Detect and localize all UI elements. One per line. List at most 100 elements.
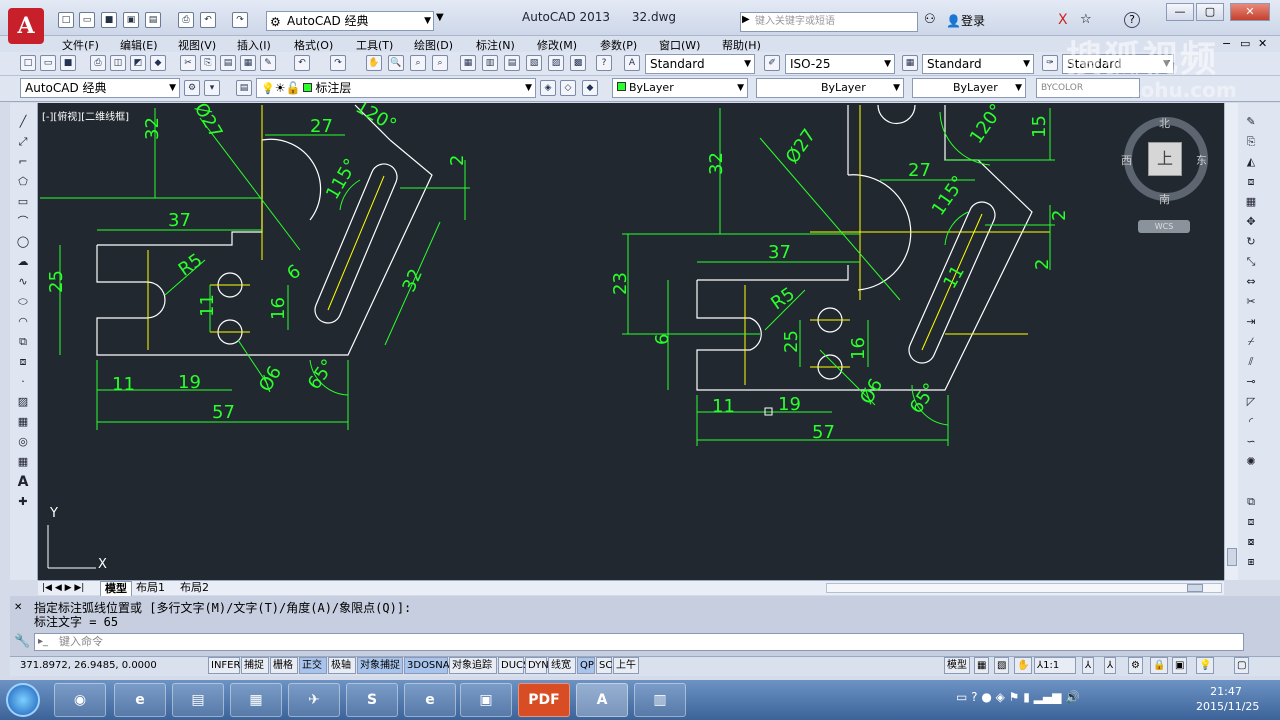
- status-toggle-2[interactable]: 栅格: [270, 657, 298, 674]
- redo-icon[interactable]: ↷: [232, 12, 248, 28]
- block-editor-icon[interactable]: ✎: [260, 55, 276, 71]
- text-style-icon[interactable]: A: [624, 55, 640, 71]
- design-center-icon[interactable]: ▥: [482, 55, 498, 71]
- viewcube-west[interactable]: 西: [1121, 152, 1132, 168]
- annotation-scale[interactable]: ⅄1:1: [1034, 657, 1076, 674]
- layer-select[interactable]: 💡☀🔓 标注层 ▼: [256, 78, 536, 98]
- quick-access-dropdown-icon[interactable]: ▼: [436, 12, 444, 23]
- break-at-point-icon[interactable]: ⌿: [1242, 333, 1260, 351]
- copy-object-icon[interactable]: ⎘: [1242, 133, 1260, 151]
- point-icon[interactable]: ·: [14, 373, 32, 391]
- ellipse-arc-icon[interactable]: ◠: [14, 313, 32, 331]
- hardware-accel-icon[interactable]: ▣: [1172, 657, 1188, 674]
- menu-window[interactable]: 窗口(W): [659, 37, 700, 53]
- paste-icon[interactable]: ▤: [220, 55, 236, 71]
- star-icon[interactable]: ☆: [1080, 12, 1092, 27]
- add-selected-icon[interactable]: ✚: [14, 493, 32, 511]
- taskbar-sogou-icon[interactable]: S: [346, 683, 398, 717]
- draworder-front-icon[interactable]: ⧈: [1242, 513, 1260, 531]
- workspace-select[interactable]: ⚙ AutoCAD 经典 ▼: [266, 11, 434, 31]
- viewcube-east[interactable]: 东: [1196, 152, 1207, 168]
- line-icon[interactable]: ╱: [14, 113, 32, 131]
- application-menu-button[interactable]: A: [8, 8, 44, 44]
- fillet-icon[interactable]: ◜: [1242, 413, 1260, 431]
- status-toggle-7[interactable]: 对象追踪: [449, 657, 497, 674]
- taskbar-plane-icon[interactable]: ✈: [288, 683, 340, 717]
- table-style-icon[interactable]: ▦: [902, 55, 918, 71]
- spline-icon[interactable]: ∿: [14, 273, 32, 291]
- save-icon[interactable]: ■: [60, 55, 76, 71]
- help-icon[interactable]: ?: [1124, 12, 1140, 28]
- layer-properties-icon[interactable]: ▤: [236, 80, 252, 96]
- quick-view-drawings-icon[interactable]: ▧: [994, 657, 1010, 674]
- inner-restore-icon[interactable]: ▭: [1240, 37, 1250, 50]
- taskbar-explorer-icon[interactable]: ▤: [172, 683, 224, 717]
- pan-icon[interactable]: ✋: [366, 55, 382, 71]
- table-style-select[interactable]: Standard ▼: [922, 54, 1034, 74]
- status-toggle-8[interactable]: DUCS: [498, 657, 529, 674]
- clean-screen-icon[interactable]: ▢: [1234, 657, 1250, 674]
- login-button[interactable]: 👤登录: [946, 12, 985, 29]
- customize-icon[interactable]: ▾: [204, 80, 220, 96]
- taskbar-browser-icon[interactable]: e: [404, 683, 456, 717]
- construction-line-icon[interactable]: ⤢: [14, 133, 32, 151]
- dim-style-select[interactable]: ISO-25 ▼: [785, 54, 895, 74]
- horizontal-scrollbar[interactable]: [826, 583, 1222, 593]
- status-toggle-5[interactable]: 对象捕捉: [357, 657, 403, 674]
- join-icon[interactable]: ⊸: [1242, 373, 1260, 391]
- draworder-icon[interactable]: ⧉: [1242, 493, 1260, 511]
- match-properties-icon[interactable]: ▦: [240, 55, 256, 71]
- help-icon[interactable]: ?: [596, 55, 612, 71]
- close-button[interactable]: ✕: [1230, 3, 1270, 21]
- status-toggle-12[interactable]: SC: [596, 657, 612, 674]
- coordinate-readout[interactable]: 371.8972, 26.9485, 0.0000: [20, 660, 157, 671]
- drawing-viewport[interactable]: 37 27 11 19 57 25 32 11 16 32 R5 6 Ø6 65…: [38, 103, 1224, 580]
- command-input[interactable]: 键入命令: [34, 633, 1244, 651]
- array-icon[interactable]: ▦: [1242, 193, 1260, 211]
- mirror-icon[interactable]: ◭: [1242, 153, 1260, 171]
- tool-palettes-icon[interactable]: ▤: [504, 55, 520, 71]
- circle-icon[interactable]: ◯: [14, 233, 32, 251]
- status-toggle-0[interactable]: INFER: [208, 657, 240, 674]
- start-button[interactable]: [6, 683, 40, 717]
- workspace-select-2[interactable]: AutoCAD 经典 ▼: [20, 78, 180, 98]
- taskbar-autocad-icon[interactable]: A: [576, 683, 628, 717]
- wcs-menu[interactable]: WCS: [1138, 220, 1190, 233]
- menu-help[interactable]: 帮助(H): [722, 37, 761, 53]
- tab-layout2[interactable]: 布局2: [180, 581, 209, 595]
- make-block-icon[interactable]: ⧈: [14, 353, 32, 371]
- wrench-icon[interactable]: 🔧: [14, 634, 30, 649]
- workspace-settings-icon[interactable]: ⚙: [184, 80, 200, 96]
- minimize-button[interactable]: —: [1166, 3, 1194, 21]
- taskbar-notes-icon[interactable]: ▥: [634, 683, 686, 717]
- toolbar-lock-icon[interactable]: 🔒: [1150, 657, 1169, 674]
- menu-edit[interactable]: 编辑(E): [120, 37, 158, 53]
- tab-layout1[interactable]: 布局1: [136, 581, 165, 595]
- region-icon[interactable]: ◎: [14, 433, 32, 451]
- undo-icon[interactable]: ↶: [294, 55, 310, 71]
- print-icon[interactable]: ⎙: [178, 12, 194, 28]
- command-close-icon[interactable]: ✕: [14, 602, 22, 613]
- text-front-icon[interactable]: ⧆: [1242, 553, 1260, 571]
- explode-icon[interactable]: ✺: [1242, 453, 1260, 471]
- tab-model[interactable]: 模型: [100, 581, 132, 597]
- taskbar-media-icon[interactable]: ▦: [230, 683, 282, 717]
- tab-nav-arrows-icon[interactable]: |◀ ◀ ▶ ▶|: [42, 581, 84, 595]
- revcloud-icon[interactable]: ☁: [14, 253, 32, 271]
- quick-view-layouts-icon[interactable]: ▦: [974, 657, 990, 674]
- calculator-icon[interactable]: ▩: [570, 55, 586, 71]
- viewcube-north[interactable]: 北: [1159, 115, 1170, 131]
- gradient-icon[interactable]: ▦: [14, 413, 32, 431]
- menu-insert[interactable]: 插入(I): [237, 37, 271, 53]
- menu-tools[interactable]: 工具(T): [356, 37, 393, 53]
- lineweight-select[interactable]: ByLayer ▼: [912, 78, 1026, 98]
- insert-block-icon[interactable]: ⧉: [14, 333, 32, 351]
- sheet-set-icon[interactable]: ▧: [526, 55, 542, 71]
- zoom-realtime-icon[interactable]: 🔍: [388, 55, 404, 71]
- 3d-print-icon[interactable]: ◆: [150, 55, 166, 71]
- scale-icon[interactable]: ⤡: [1242, 253, 1260, 271]
- menu-parameters[interactable]: 参数(P): [600, 37, 637, 53]
- layer-state-icon[interactable]: ◆: [582, 80, 598, 96]
- multileader-style-icon[interactable]: ✑: [1042, 55, 1058, 71]
- status-toggle-13[interactable]: 上午: [613, 657, 639, 674]
